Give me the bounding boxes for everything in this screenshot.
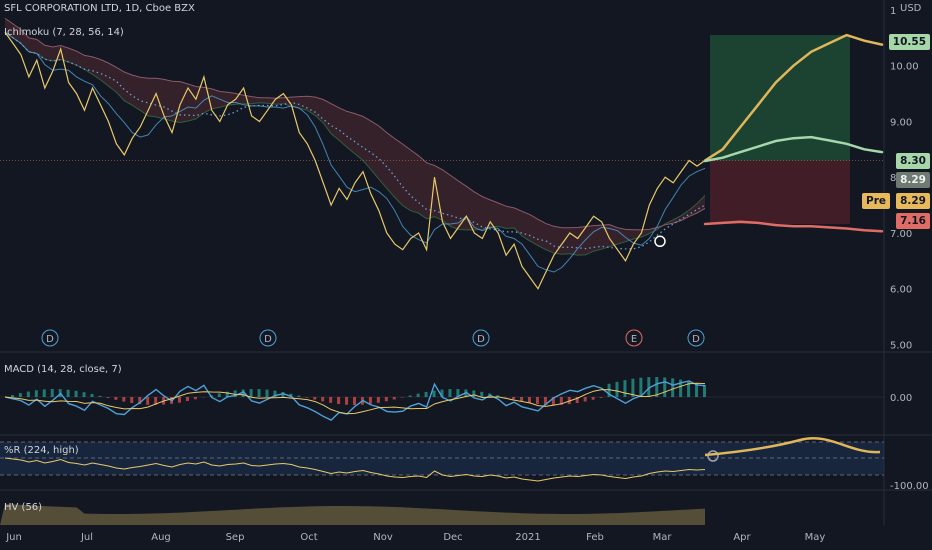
price-tag-830: 8.30 [896, 153, 930, 169]
wr-legend[interactable]: %R (224, high) [4, 445, 79, 456]
x-tick-label: Jul [80, 532, 93, 543]
hv-area [0, 504, 705, 525]
x-tick-label: 2021 [515, 532, 540, 543]
macd-histogram-bar [663, 377, 667, 397]
macd-histogram-bar [337, 397, 341, 405]
macd-histogram-bar [106, 397, 110, 398]
ichimoku-cloud [5, 18, 705, 256]
macd-histogram-bar [591, 397, 595, 400]
macd-histogram-bar [623, 380, 627, 397]
macd-histogram-bar [512, 397, 516, 400]
macd-histogram-bar [535, 397, 539, 404]
macd-zero-label: 0.00 [890, 393, 912, 404]
x-tick-label: Dec [443, 532, 462, 543]
x-tick-label: Jun [5, 532, 22, 543]
macd-histogram-bar [146, 397, 150, 405]
macd-histogram-bar [392, 397, 396, 400]
event-marker-label: D [46, 334, 54, 345]
macd-histogram-bar [321, 397, 325, 402]
wr-tick-label: -100.00 [890, 481, 929, 492]
macd-histogram-bar [98, 395, 102, 397]
macd-histogram-bar [313, 397, 317, 400]
macd-histogram-bar [345, 397, 349, 405]
pre-value-tag: 8.29 [896, 193, 930, 209]
macd-histogram-bar [66, 389, 70, 397]
stop-zone [710, 160, 850, 225]
event-marker-label: D [264, 334, 272, 345]
macd-histogram-bar [384, 397, 388, 402]
macd-histogram-bar [599, 397, 603, 398]
hv-legend[interactable]: HV (56) [4, 502, 42, 513]
currency-label: USD [900, 3, 922, 14]
price-tag-target: 10.55 [888, 34, 930, 50]
y-tick-label: 7.00 [890, 229, 912, 240]
macd-histogram-bar [703, 385, 706, 397]
x-tick-label: Sep [226, 532, 245, 543]
y-tick-label: 1 [890, 6, 896, 17]
pre-label: Pre [862, 193, 890, 209]
macd-legend[interactable]: MACD (14, 28, close, 7) [4, 364, 122, 375]
x-tick-label: May [805, 532, 826, 543]
symbol-title: SFL CORPORATION LTD, 1D, Cboe BZX [4, 3, 195, 14]
macd-histogram-bar [583, 397, 587, 402]
event-marker-label: D [692, 334, 700, 345]
macd-histogram-bar [305, 397, 309, 398]
macd-histogram-bar [217, 393, 221, 397]
macd-histogram-bar [472, 390, 476, 397]
macd-histogram-bar [639, 377, 643, 397]
x-tick-label: Oct [300, 532, 317, 543]
chart-canvas[interactable]: 110.009.008.007.006.005.00JunJulAugSepOc… [0, 0, 932, 550]
macd-histogram-bar [18, 393, 22, 397]
event-marker-label: E [631, 334, 637, 345]
macd-histogram-bar [416, 393, 420, 397]
x-tick-label: Feb [586, 532, 604, 543]
macd-histogram-bar [185, 397, 189, 402]
macd-histogram-bar [671, 378, 675, 397]
crosshair-marker [654, 235, 666, 248]
macd-histogram-bar [353, 397, 356, 405]
macd-histogram-bar [26, 391, 30, 397]
ichimoku-legend[interactable]: Ichimoku (7, 28, 56, 14) [4, 27, 124, 38]
price-tag-stop: 7.16 [896, 213, 930, 229]
macd-histogram-bar [193, 397, 197, 400]
y-tick-label: 10.00 [890, 62, 919, 73]
macd-histogram-bar [74, 390, 78, 397]
y-tick-label: 9.00 [890, 117, 912, 128]
macd-histogram-bar [297, 395, 301, 397]
macd-histogram-bar [520, 397, 524, 402]
macd-histogram-bar [257, 389, 261, 397]
x-tick-label: Apr [733, 532, 751, 543]
macd-histogram-bar [249, 389, 253, 397]
price-tag-829: 8.29 [896, 172, 930, 188]
macd-histogram-bar [178, 397, 181, 403]
macd-histogram-bar [329, 397, 333, 403]
macd-histogram-bar [122, 397, 126, 402]
macd-histogram-bar [50, 389, 54, 397]
macd-histogram-bar [10, 395, 14, 397]
macd-histogram-bar [265, 389, 269, 397]
x-tick-label: Nov [373, 532, 393, 543]
y-tick-label: 6.00 [890, 285, 912, 296]
macd-histogram-bar [368, 397, 372, 405]
macd-histogram-bar [480, 391, 484, 397]
macd-histogram-bar [448, 389, 452, 397]
x-tick-label: Mar [653, 532, 673, 543]
macd-histogram-bar [528, 397, 531, 403]
macd-histogram-bar [90, 393, 94, 397]
event-marker-label: D [477, 334, 485, 345]
macd-histogram-bar [408, 395, 412, 397]
macd-histogram-bar [82, 392, 86, 397]
macd-histogram-bar [424, 391, 428, 397]
macd-histogram-bar [130, 397, 134, 404]
macd-histogram-bar [34, 390, 38, 397]
macd-histogram-bar [42, 389, 46, 397]
macd-histogram-bar [615, 381, 619, 397]
macd-histogram-bar [400, 397, 404, 398]
wr-band [0, 442, 884, 475]
y-tick-label: 5.00 [890, 340, 912, 351]
macd-histogram-bar [376, 397, 380, 403]
x-tick-label: Aug [151, 532, 171, 543]
macd-histogram-bar [114, 397, 118, 400]
macd-histogram-bar [432, 390, 436, 397]
